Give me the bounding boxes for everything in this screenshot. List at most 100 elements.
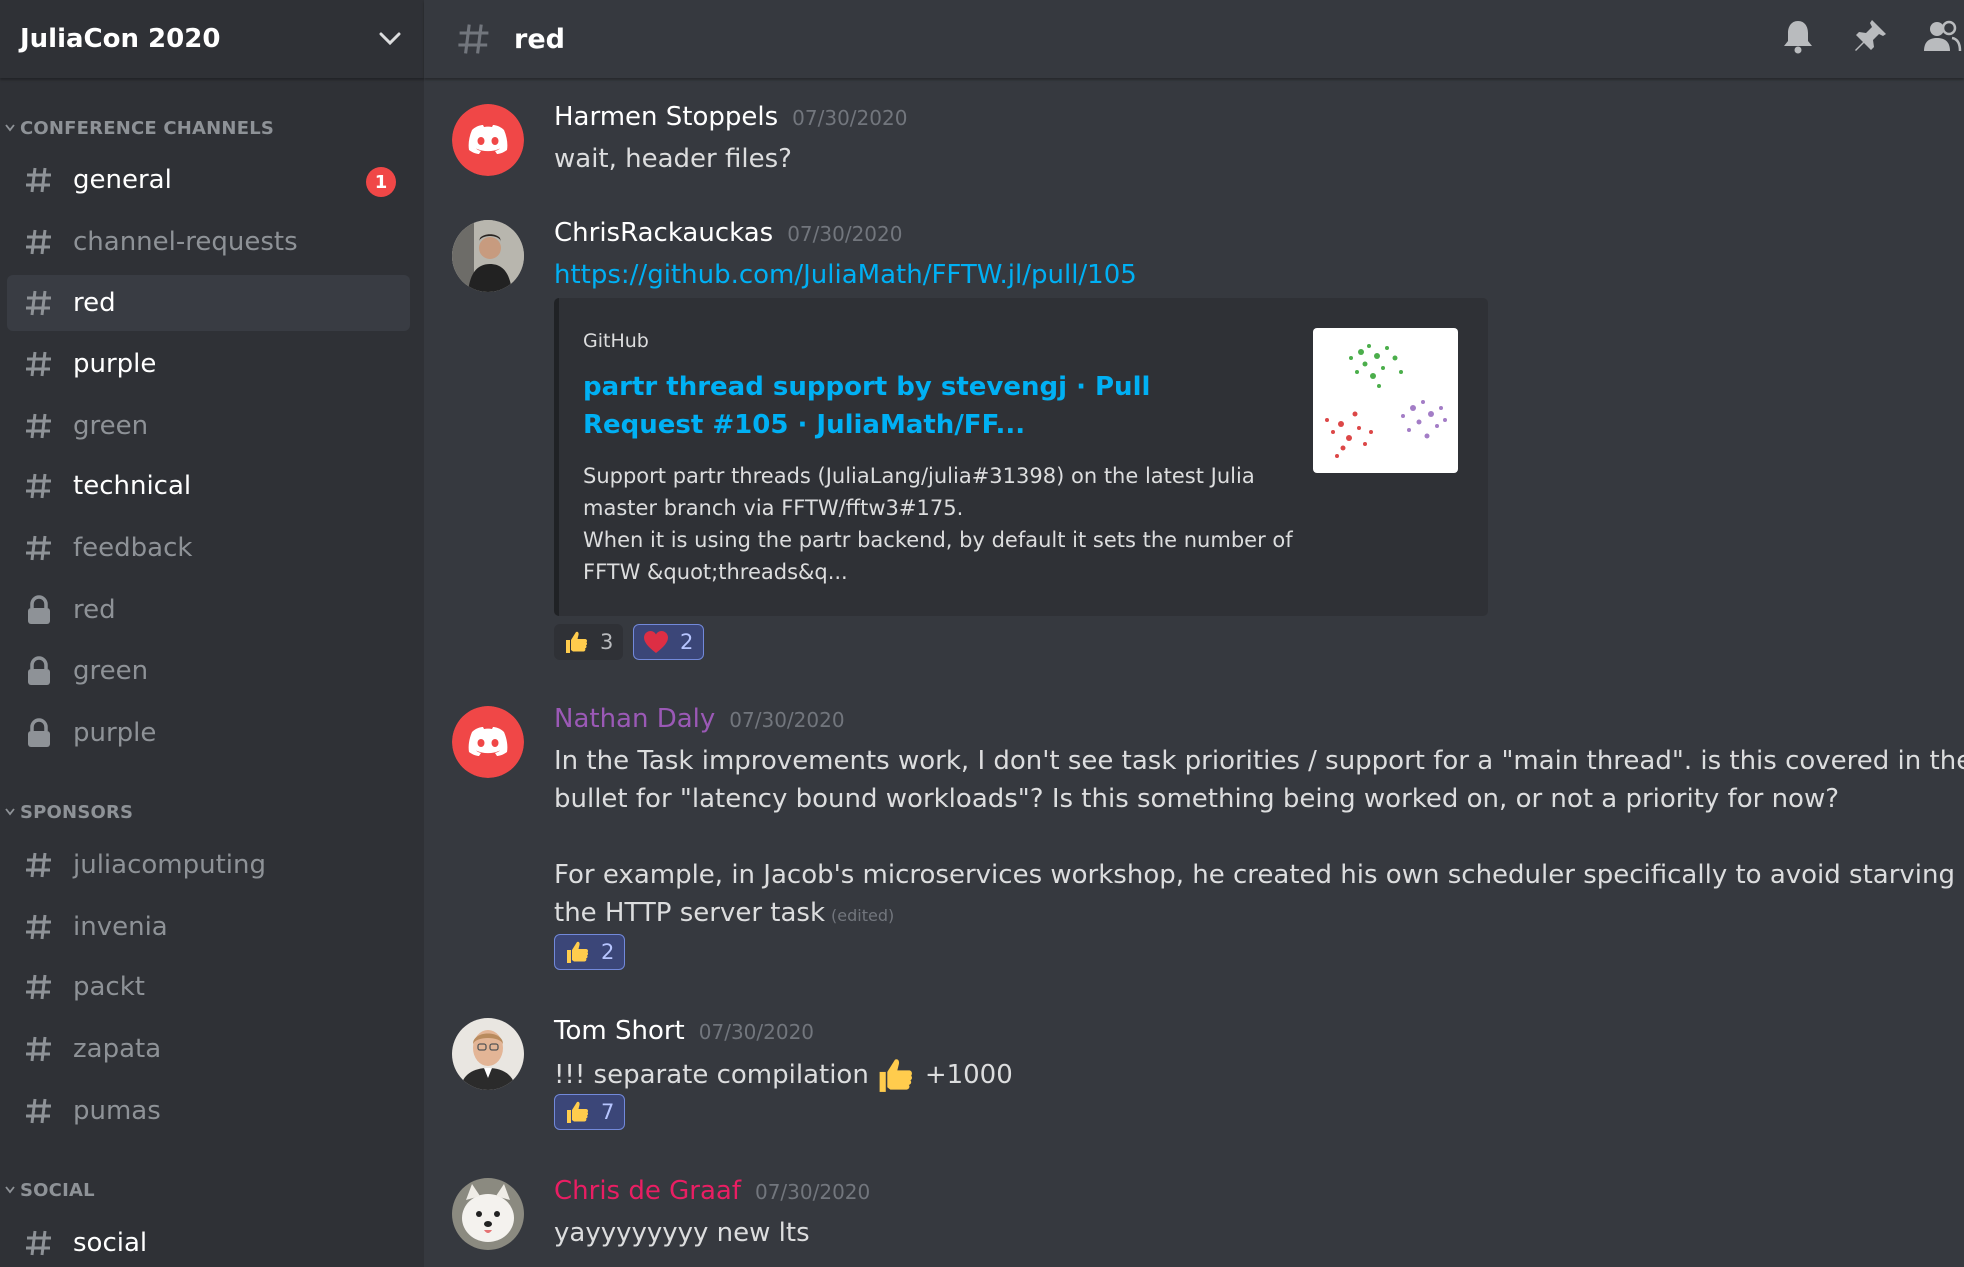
channel-technical[interactable]: technical — [7, 458, 410, 514]
hash-icon — [21, 1034, 57, 1064]
hash-icon — [21, 227, 57, 257]
reaction-thumbs-up[interactable]: 2 — [554, 934, 626, 970]
photo-avatar[interactable] — [452, 220, 524, 292]
message-text: For example, in Jacob's microservices wo… — [554, 860, 1956, 890]
hash-icon — [21, 349, 57, 379]
channel-label: green — [73, 411, 149, 441]
channel-red-private[interactable]: red — [7, 582, 410, 638]
channel-label: general — [73, 165, 172, 195]
channel-label: pumas — [73, 1096, 161, 1126]
category-label: CONFERENCE CHANNELS — [20, 117, 275, 139]
chat-area: red Harmen Stoppels 07/30/2020 wait, hea… — [424, 0, 1964, 1267]
hash-icon — [21, 1228, 57, 1258]
channel-pumas[interactable]: pumas — [7, 1083, 410, 1139]
category-social[interactable]: SOCIAL — [0, 1174, 95, 1206]
reaction-thumbs-up[interactable]: 3 — [554, 624, 624, 660]
channel-label: invenia — [73, 912, 168, 942]
reaction-count: 7 — [601, 1100, 615, 1124]
hash-icon — [21, 165, 57, 195]
channel-general[interactable]: general 1 — [7, 152, 410, 208]
channel-title: red — [514, 23, 565, 55]
discord-default-avatar[interactable] — [452, 104, 524, 176]
members-icon[interactable] — [1920, 14, 1964, 58]
timestamp: 07/30/2020 — [792, 106, 908, 130]
thumbs-up-icon — [563, 1098, 591, 1126]
hash-icon — [21, 288, 57, 318]
channel-purple-private[interactable]: purple — [7, 705, 410, 761]
embed-description: Support partr threads (JuliaLang/julia#3… — [583, 460, 1303, 588]
channel-invenia[interactable]: invenia — [7, 899, 410, 955]
hash-icon — [21, 972, 57, 1002]
reaction-heart[interactable]: 2 — [633, 624, 705, 660]
category-sponsors[interactable]: SPONSORS — [0, 796, 133, 828]
edited-label: (edited) — [831, 906, 895, 925]
thumbs-up-icon — [563, 938, 591, 966]
channel-green-private[interactable]: green — [7, 643, 410, 699]
channel-channel-requests[interactable]: channel-requests — [7, 214, 410, 270]
channel-juliacomputing[interactable]: juliacomputing — [7, 837, 410, 893]
message-text: bullet for "latency bound workloads"? Is… — [554, 784, 1840, 814]
caret-down-icon — [0, 1186, 20, 1194]
author-name[interactable]: Tom Short — [554, 1016, 685, 1046]
message-text: In the Task improvements work, I don't s… — [554, 746, 1964, 776]
author-name[interactable]: ChrisRackauckas — [554, 218, 773, 248]
channel-feedback[interactable]: feedback — [7, 520, 410, 576]
channel-label: feedback — [73, 533, 193, 563]
message-text: wait, header files? — [554, 144, 792, 174]
hash-icon — [21, 850, 57, 880]
embed-title[interactable]: partr thread support by stevengj · Pull … — [583, 368, 1253, 444]
reaction-count: 3 — [600, 630, 614, 654]
embed-thumbnail[interactable] — [1313, 328, 1458, 473]
header-toolbar — [1748, 14, 1964, 58]
link-embed: GitHub partr thread support by stevengj … — [554, 298, 1488, 616]
hash-icon — [21, 471, 57, 501]
channel-header: red — [424, 0, 1964, 78]
timestamp: 07/30/2020 — [754, 1180, 871, 1204]
message-text: the HTTP server task — [554, 898, 826, 928]
channel-label: juliacomputing — [73, 850, 266, 880]
lock-icon — [21, 718, 57, 748]
category-conference-channels[interactable]: CONFERENCE CHANNELS — [0, 112, 274, 144]
caret-down-icon — [0, 124, 20, 132]
hash-icon — [21, 411, 57, 441]
message-header: Harmen Stoppels 07/30/2020 — [554, 102, 907, 132]
channel-label: red — [73, 595, 116, 625]
channel-packt[interactable]: packt — [7, 959, 410, 1015]
channel-label: zapata — [73, 1034, 162, 1064]
author-name[interactable]: Chris de Graaf — [554, 1176, 741, 1206]
server-header[interactable]: JuliaCon 2020 — [0, 0, 424, 78]
unread-badge: 1 — [366, 167, 396, 197]
photo-avatar[interactable] — [452, 1018, 524, 1090]
chevron-down-icon[interactable] — [376, 25, 404, 53]
hash-icon — [21, 533, 57, 563]
channel-label: purple — [73, 349, 157, 379]
channel-zapata[interactable]: zapata — [7, 1021, 410, 1077]
message-link[interactable]: https://github.com/JuliaMath/FFTW.jl/pul… — [554, 256, 1137, 294]
embed-description-line: Support partr threads (JuliaLang/julia#3… — [583, 464, 1255, 488]
channel-sidebar: JuliaCon 2020 CONFERENCE CHANNELS genera… — [0, 0, 424, 1267]
channel-purple[interactable]: purple — [7, 336, 410, 392]
channel-label: social — [73, 1228, 148, 1258]
lock-icon — [21, 656, 57, 686]
channel-red[interactable]: red — [7, 275, 410, 331]
thumbs-up-icon — [875, 1054, 915, 1096]
dog-photo-avatar[interactable] — [452, 1178, 524, 1250]
author-name[interactable]: Harmen Stoppels — [554, 102, 778, 132]
reaction-count: 2 — [680, 630, 694, 654]
pin-icon[interactable] — [1848, 14, 1892, 58]
channel-label: technical — [73, 471, 192, 501]
thumbs-up-icon — [562, 628, 590, 656]
channel-social[interactable]: social — [7, 1215, 410, 1267]
reaction-thumbs-up[interactable]: 7 — [554, 1094, 626, 1130]
author-name[interactable]: Nathan Daly — [554, 704, 715, 734]
category-label: SPONSORS — [20, 801, 134, 823]
message-text-last: the HTTP server task (edited) — [554, 894, 894, 935]
message-header: ChrisRackauckas 07/30/2020 — [554, 218, 902, 248]
hash-icon — [456, 21, 496, 57]
bell-icon[interactable] — [1776, 14, 1820, 58]
channel-green[interactable]: green — [7, 398, 410, 454]
discord-default-avatar[interactable] — [452, 706, 524, 778]
message-header: Nathan Daly 07/30/2020 — [554, 704, 845, 734]
embed-description-line: master branch via FFTW/fftw3#175. — [583, 496, 964, 520]
embed-provider[interactable]: GitHub — [583, 330, 649, 352]
